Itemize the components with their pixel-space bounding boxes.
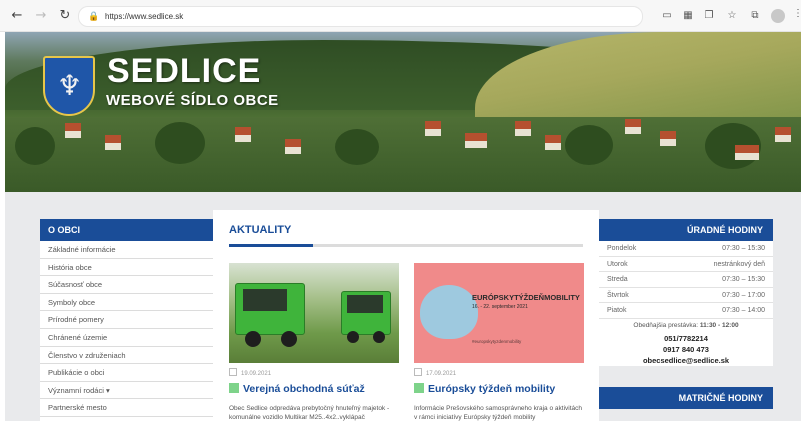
title-marker-icon (229, 383, 239, 393)
heading-divider-accent (229, 244, 313, 247)
mobile-link[interactable]: 0917 840 473 (599, 344, 773, 355)
address-bar[interactable]: 🔒 https://www.sedlice.sk (78, 6, 643, 27)
news-section: AKTUALITY 19.09.2021 Verejná obchodná sú… (213, 210, 599, 421)
hours-row: Piatok 07:30 – 14:00 (599, 303, 773, 319)
tab-icon[interactable]: ❐ (702, 9, 716, 23)
office-hours-heading: ÚRADNÉ HODINY (599, 219, 773, 241)
news-image-mobility[interactable]: EURÓPSKYTÝŽDEŇMOBILITY 16. - 22. septemb… (414, 263, 584, 363)
news-date: 19.09.2021 (229, 368, 271, 377)
site-title[interactable]: SEDLICE (107, 52, 261, 91)
menu-item-basic-info[interactable]: Základné informácie (40, 241, 213, 259)
mobility-banner-title: EURÓPSKYTÝŽDEŇMOBILITY (472, 293, 580, 302)
news-heading: AKTUALITY (229, 224, 292, 236)
menu-item-nature[interactable]: Prírodné pomery (40, 311, 213, 329)
lock-icon: 🔒 (88, 12, 100, 22)
hours-row: Utorok nestránkový deň (599, 257, 773, 273)
site-subtitle: WEBOVÉ SÍDLO OBCE (106, 92, 279, 109)
profile-icon[interactable] (771, 9, 785, 23)
menu-item-history[interactable]: História obce (40, 259, 213, 277)
phone-link[interactable]: 051/7782214 (599, 333, 773, 344)
favorite-icon[interactable]: ☆ (725, 9, 739, 23)
left-sidebar-heading: O OBCI (40, 219, 213, 241)
news-image-vehicles[interactable] (229, 263, 399, 363)
menu-item-notable-natives[interactable]: Významní rodáci ▾ (40, 382, 213, 400)
mobility-banner-hashtag: #europskytyzdenmobility (472, 339, 522, 344)
mobility-banner-date: 16. - 22. september 2021 (472, 304, 528, 310)
more-icon[interactable]: ⋮ (793, 8, 801, 19)
forward-icon[interactable]: → (32, 7, 50, 25)
title-marker-icon (414, 383, 424, 393)
heart-logo-icon (420, 285, 478, 339)
menu-item-publications[interactable]: Publikácie o obci (40, 364, 213, 382)
hours-row: Štvrtok 07:30 – 17:00 (599, 288, 773, 304)
grid-icon[interactable]: ▦ (681, 9, 695, 23)
news-date: 17.09.2021 (414, 368, 456, 377)
news-excerpt: Informácie Prešovského samosprávneho kra… (414, 405, 582, 421)
url-text: https://www.sedlice.sk (105, 12, 184, 21)
lunch-break-note: Obedňajšia prestávka: 11:30 - 12:00 (633, 321, 739, 329)
email-link[interactable]: obecsedlice@sedlice.sk (599, 355, 773, 366)
office-hours-box: Pondelok 07:30 – 15:30 Utorok nestránkový … (599, 241, 773, 366)
reload-icon[interactable]: ↻ (56, 7, 74, 25)
village-background (5, 117, 801, 192)
browser-toolbar: ← → ↻ 🔒 https://www.sedlice.sk ▭ ▦ ❐ ☆ ⧉… (0, 0, 801, 32)
menu-item-memberships[interactable]: Členstvo v združeniach (40, 347, 213, 365)
hours-row: Pondelok 07:30 – 15:30 (599, 241, 773, 257)
news-excerpt: Obec Sedlice odpredáva prebytočný hnuteľ… (229, 405, 390, 421)
crest-figure-icon: ♆ (57, 69, 83, 102)
right-sidebar: ÚRADNÉ HODINY Pondelok 07:30 – 15:30 Utor… (599, 219, 773, 421)
news-title-link[interactable]: Verejná obchodná súťaž (229, 383, 365, 395)
calendar-icon (414, 368, 422, 376)
registry-hours-heading: MATRIČNÉ HODINY (599, 387, 773, 409)
menu-item-protected-area[interactable]: Chránené územie (40, 329, 213, 347)
collections-icon[interactable]: ⧉ (748, 9, 762, 23)
menu-item-present[interactable]: Súčasnosť obce (40, 276, 213, 294)
menu-item-symbols[interactable]: Symboly obce (40, 294, 213, 312)
back-icon[interactable]: ← (8, 7, 26, 25)
coat-of-arms-logo[interactable]: ♆ (43, 56, 95, 116)
calendar-icon (229, 368, 237, 376)
hours-row: Streda 07:30 – 15:30 (599, 272, 773, 288)
left-sidebar: O OBCI Základné informácie História obce… (40, 219, 213, 421)
reader-icon[interactable]: ▭ (660, 9, 674, 23)
hero-banner: ♆ SEDLICE WEBOVÉ SÍDLO OBCE (5, 32, 801, 192)
menu-item-partner-town[interactable]: Partnerské mesto (40, 399, 213, 417)
news-title-link[interactable]: Európsky týždeň mobility (414, 383, 555, 395)
